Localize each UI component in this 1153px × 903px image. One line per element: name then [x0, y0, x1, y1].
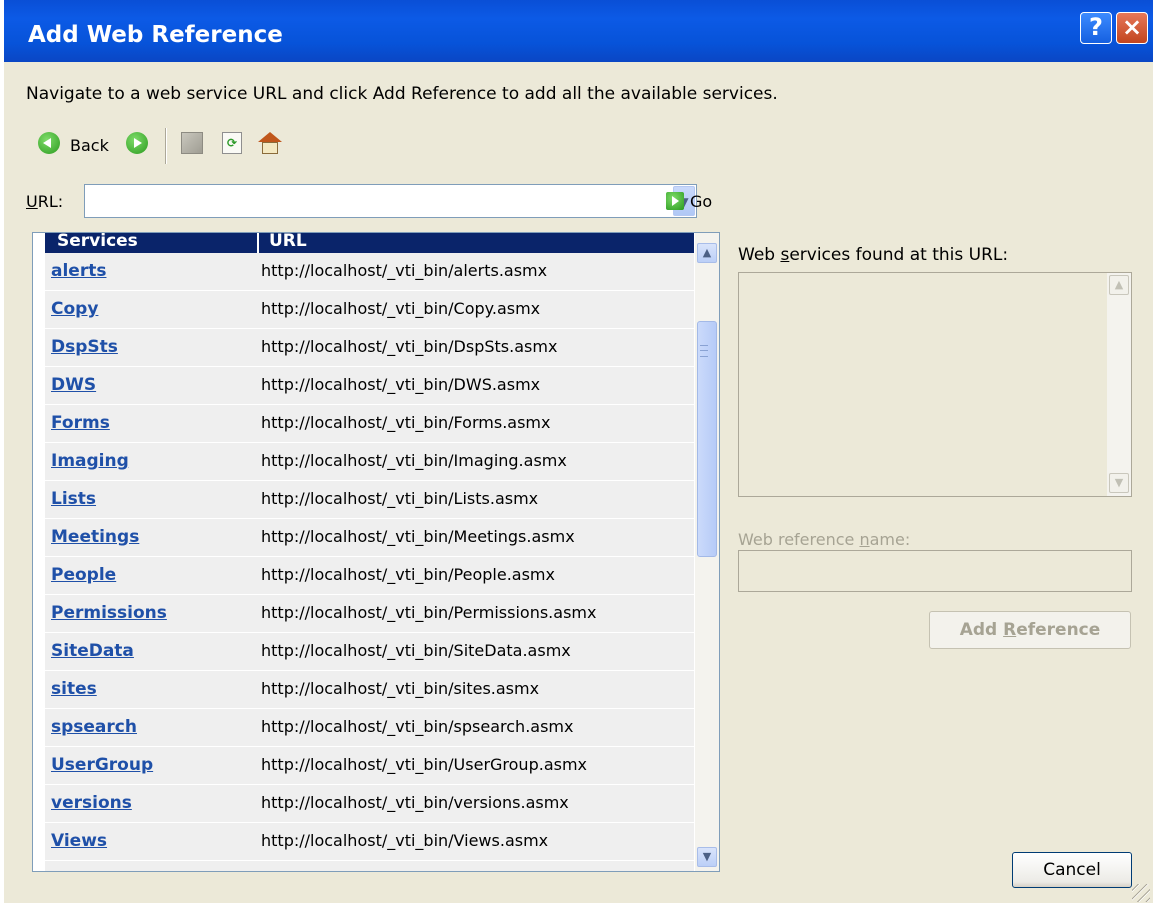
service-url: http://localhost/_vti_bin/Views.asmx [261, 831, 549, 850]
found-scroll-up-button[interactable]: ▲ [1109, 275, 1129, 295]
service-url: http://localhost/_vti_bin/Meetings.asmx [261, 527, 575, 546]
toolbar-separator [165, 128, 167, 164]
header-url: URL [269, 232, 307, 251]
refresh-icon: ⟳ [222, 132, 242, 154]
service-link[interactable]: Views [51, 831, 107, 851]
table-row: Forms http://localhost/_vti_bin/Forms.asm… [45, 405, 694, 443]
home-button[interactable] [258, 132, 282, 154]
service-url: http://localhost/_vti_bin/DspSts.asmx [261, 337, 558, 356]
service-url: http://localhost/_vti_bin/alerts.asmx [261, 261, 548, 280]
instructions-text: Navigate to a web service URL and click … [26, 84, 778, 104]
service-url: http://localhost/_vti_bin/spsearch.asmx [261, 717, 574, 736]
stop-icon [181, 132, 203, 154]
back-arrow-icon [38, 132, 60, 154]
services-found-scrollbar[interactable]: ▲ ▼ [1107, 273, 1131, 496]
service-link[interactable]: Lists [51, 489, 96, 509]
table-header: Services URL [45, 233, 694, 253]
scroll-up-button[interactable]: ▲ [697, 243, 717, 263]
stop-button[interactable] [181, 132, 203, 154]
back-button[interactable]: Back [38, 132, 109, 155]
service-url: http://localhost/_vti_bin/Imaging.asmx [261, 451, 567, 470]
service-link[interactable]: alerts [51, 261, 106, 281]
browser-scrollbar[interactable]: ▲ ▼ [695, 233, 719, 871]
found-scroll-down-button[interactable]: ▼ [1109, 473, 1129, 493]
service-url: http://localhost/_vti_bin/DWS.asmx [261, 375, 541, 394]
services-found-list[interactable]: ▲ ▼ [738, 272, 1132, 497]
table-row: DWS http://localhost/_vti_bin/DWS.asmx [45, 367, 694, 405]
table-row: Meetings http://localhost/_vti_bin/Meetin… [45, 519, 694, 557]
forward-arrow-icon [126, 132, 148, 154]
service-link[interactable]: Imaging [51, 451, 129, 471]
service-link[interactable]: Meetings [51, 527, 139, 547]
service-link[interactable]: Copy [51, 299, 98, 319]
forward-button[interactable] [126, 132, 148, 154]
service-url: http://localhost/_vti_bin/Copy.asmx [261, 299, 541, 318]
header-services: Services [57, 232, 138, 251]
url-input[interactable] [85, 185, 665, 217]
service-link[interactable]: spsearch [51, 717, 137, 737]
table-row: SiteData http://localhost/_vti_bin/SiteDa… [45, 633, 694, 671]
table-row: Lists http://localhost/_vti_bin/Lists.asm… [45, 481, 694, 519]
go-arrow-icon [666, 192, 684, 210]
table-row: DspSts http://localhost/_vti_bin/DspSts.a… [45, 329, 694, 367]
table-row: People http://localhost/_vti_bin/People.a… [45, 557, 694, 595]
go-label: Go [690, 192, 713, 211]
add-web-reference-dialog: Add Web Reference ? × Navigate to a web … [4, 0, 1153, 903]
service-url: http://localhost/_vti_bin/UserGroup.asmx [261, 755, 588, 774]
service-link[interactable]: SiteData [51, 641, 134, 661]
table-row: UserGroup http://localhost/_vti_bin/UserG… [45, 747, 694, 785]
web-reference-name-label: Web reference name: [738, 530, 911, 549]
service-link[interactable]: People [51, 565, 116, 585]
service-url: http://localhost/_vti_bin/SiteData.asmx [261, 641, 571, 660]
service-url: http://localhost/_vti_bin/People.asmx [261, 565, 555, 584]
table-row: Views http://localhost/_vti_bin/Views.asm… [45, 823, 694, 861]
scroll-down-button[interactable]: ▼ [697, 847, 717, 867]
service-link[interactable]: Forms [51, 413, 110, 433]
help-button[interactable]: ? [1080, 12, 1112, 44]
cancel-button[interactable]: Cancel [1012, 852, 1132, 888]
table-row: alerts http://localhost/_vti_bin/alerts.a… [45, 253, 694, 291]
table-row: sites http://localhost/_vti_bin/sites.asm… [45, 671, 694, 709]
table-row: Permissions http://localhost/_vti_bin/Per… [45, 595, 694, 633]
table-row: spsearch http://localhost/_vti_bin/spsear… [45, 709, 694, 747]
service-url: http://localhost/_vti_bin/sites.asmx [261, 679, 540, 698]
service-link[interactable]: UserGroup [51, 755, 153, 775]
service-link[interactable]: versions [51, 793, 132, 813]
services-found-label: Web services found at this URL: [738, 245, 1009, 265]
url-combobox[interactable]: ▼ [84, 184, 697, 218]
services-table: Services URL alerts http://localhost/_vti… [45, 233, 694, 871]
web-reference-name-input[interactable] [738, 550, 1132, 592]
table-row: versions http://localhost/_vti_bin/versio… [45, 785, 694, 823]
dialog-body: Navigate to a web service URL and click … [4, 62, 1153, 903]
close-button[interactable]: × [1116, 12, 1148, 44]
table-row: Copy http://localhost/_vti_bin/Copy.asmx [45, 291, 694, 329]
dialog-title: Add Web Reference [28, 22, 283, 48]
service-link[interactable]: DWS [51, 375, 96, 395]
service-link[interactable]: DspSts [51, 337, 118, 357]
resize-grip-icon[interactable] [1132, 884, 1150, 902]
refresh-button[interactable]: ⟳ [222, 132, 242, 154]
url-label: URL: [26, 192, 64, 211]
home-icon [258, 132, 282, 154]
service-url: http://localhost/_vti_bin/Forms.asmx [261, 413, 551, 432]
back-label: Back [70, 136, 109, 155]
title-bar[interactable]: Add Web Reference ? × [4, 0, 1153, 62]
table-row: Imaging http://localhost/_vti_bin/Imaging… [45, 443, 694, 481]
service-link[interactable]: Permissions [51, 603, 167, 623]
add-reference-button[interactable]: Add Reference [929, 611, 1131, 649]
web-browser-pane[interactable]: Services URL alerts http://localhost/_vti… [32, 232, 720, 872]
service-url: http://localhost/_vti_bin/versions.asmx [261, 793, 569, 812]
service-url: http://localhost/_vti_bin/Lists.asmx [261, 489, 539, 508]
service-url: http://localhost/_vti_bin/Permissions.as… [261, 603, 597, 622]
service-link[interactable]: sites [51, 679, 97, 699]
scroll-grip-icon [700, 345, 708, 357]
